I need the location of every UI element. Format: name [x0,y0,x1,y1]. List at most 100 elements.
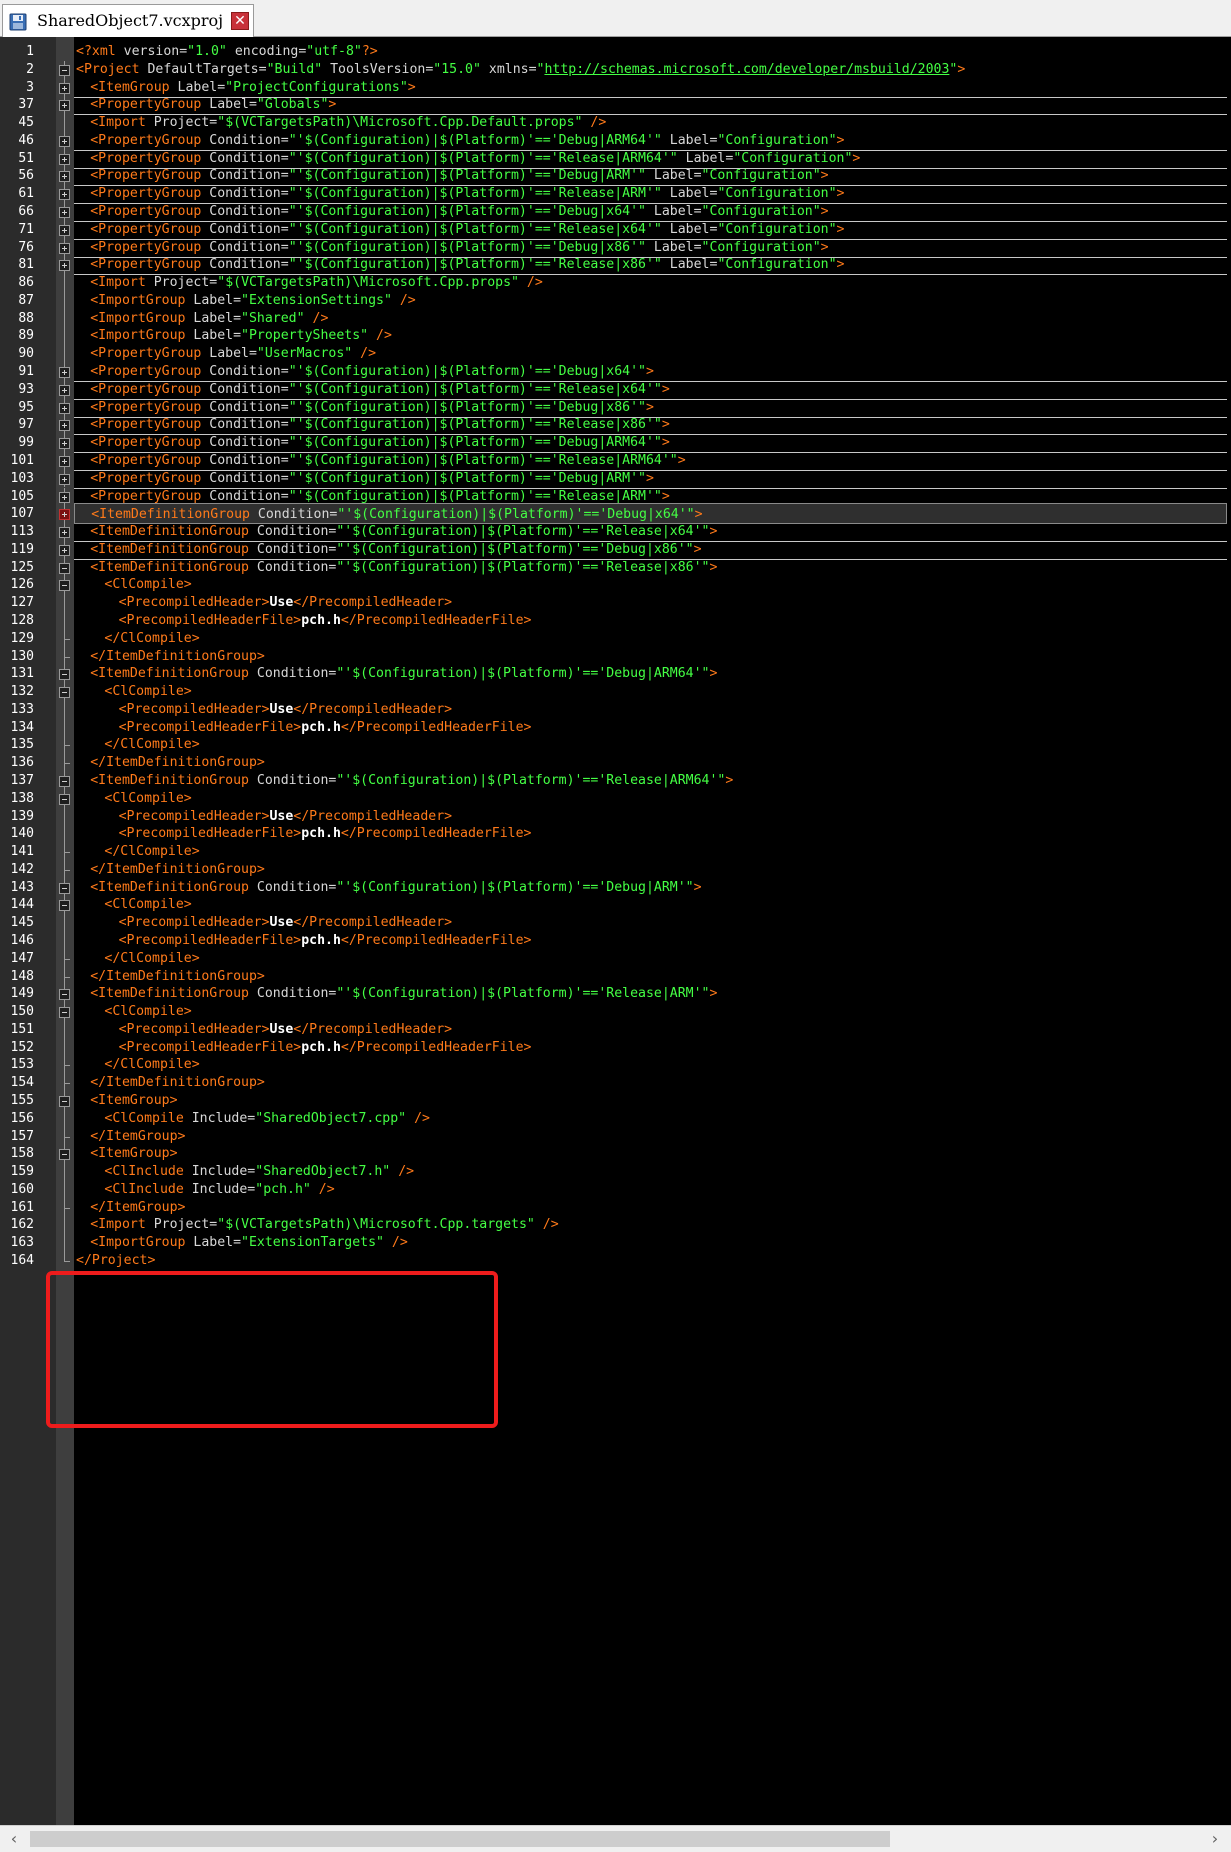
xml-tag: <PrecompiledHeaderFile> [118,719,302,735]
fold-collapse-icon[interactable] [59,64,70,76]
xml-tag: /> [304,310,329,326]
fold-expand-icon[interactable] [59,509,70,521]
fold-expand-icon[interactable] [59,207,70,219]
fold-expand-icon[interactable] [59,384,70,396]
xml-tag: > [693,879,702,895]
scroll-thumb[interactable] [30,1831,890,1847]
xml-value: "'$(Configuration)|$(Platform)'=='Debug|… [288,132,662,148]
fold-collapse-icon[interactable] [59,562,70,574]
tab-file[interactable]: SharedObject7.vcxproj ✕ [2,4,254,37]
xml-attribute: Label= [209,346,257,362]
xml-attribute: Condition= [256,772,337,788]
xml-tag: <PropertyGroup [90,470,210,486]
fold-expand-icon[interactable] [59,491,70,503]
xml-tag: <ImportGroup [90,1235,194,1251]
fold-collapse-icon[interactable] [59,669,70,681]
xml-value: "$(VCTargetsPath)\Microsoft.Cpp.targets" [217,1217,535,1233]
fold-expand-icon[interactable] [59,153,70,165]
xml-attribute: Condition= [257,507,338,523]
scroll-left-arrow-icon[interactable]: ‹ [4,1830,24,1848]
fold-expand-icon[interactable] [59,260,70,272]
fold-collapse-icon[interactable] [59,1007,70,1019]
fold-collapse-icon[interactable] [59,580,70,592]
fold-guide [64,274,65,292]
element-text: Use [269,701,294,717]
xml-tag: <Import [90,275,154,291]
xml-value: "$(VCTargetsPath)\Microsoft.Cpp.props" [217,275,519,291]
xml-tag: <ItemGroup> [90,1093,178,1109]
fold-collapse-icon[interactable] [59,900,70,912]
xml-tag: <Import [90,1217,154,1233]
xml-tag: </ItemGroup> [90,1128,186,1144]
xml-tag: > [661,417,670,433]
xml-tag: <PrecompiledHeader> [118,595,270,611]
xml-tag: <ItemDefinitionGroup [90,541,257,557]
xml-tag: <ImportGroup [90,292,194,308]
fold-collapse-icon[interactable] [59,882,70,894]
xml-tag: </ClCompile> [104,630,200,646]
xml-tag: <PrecompiledHeader> [118,701,270,717]
xml-value: "1.0" [187,44,227,59]
fold-expand-icon[interactable] [59,135,70,147]
fold-end-tick [64,976,70,978]
xml-tag: <ItemDefinitionGroup [90,772,257,788]
fold-expand-icon[interactable] [59,402,70,414]
code-line[interactable]: </Project> [74,1250,1227,1271]
fold-expand-icon[interactable] [59,82,70,94]
xml-attribute: Label= [193,328,242,344]
fold-expand-icon[interactable] [59,527,70,539]
xml-attribute: Label= [209,97,257,113]
fold-collapse-icon[interactable] [59,1096,70,1108]
xml-tag: > [407,79,416,95]
fold-collapse-icon[interactable] [59,989,70,1001]
code-area[interactable]: <?xml version="1.0" encoding="utf-8"?> <P… [74,37,1231,1825]
xml-tag: > [694,507,703,523]
xml-tag: > [328,97,337,113]
horizontal-scrollbar[interactable]: ‹ › [0,1825,1231,1852]
code-editor[interactable]: 1 2 3 37 45 46 51 56 61 66 71 76 81 86 87 88 89 90 91 93 95 9… [0,37,1231,1825]
xml-tag: </PrecompiledHeader> [293,701,453,717]
xml-attribute: Condition= [209,257,289,273]
xml-attribute: Condition= [256,524,337,540]
url-link[interactable]: http://schemas.microsoft.com/developer/m… [544,62,949,77]
xml-tag: </ItemGroup> [90,1199,186,1215]
xml-tag: <PropertyGroup [90,186,210,202]
fold-expand-icon[interactable] [59,367,70,379]
fold-expand-icon[interactable] [59,455,70,467]
close-tab-button[interactable]: ✕ [231,12,249,30]
xml-value: "UserMacros" [256,346,353,362]
fold-expand-icon[interactable] [59,420,70,432]
element-text: Use [269,915,294,931]
fold-collapse-icon[interactable] [59,775,70,787]
fold-expand-icon[interactable] [59,438,70,450]
xml-tag: <PropertyGroup [90,221,210,237]
xml-tag: <ItemDefinitionGroup [91,507,258,523]
fold-collapse-icon[interactable] [59,1149,70,1161]
xml-tag: </PrecompiledHeader> [293,595,453,611]
xml-tag: <PrecompiledHeader> [118,808,270,824]
xml-attribute: Condition= [209,168,289,184]
fold-collapse-icon[interactable] [59,793,70,805]
xml-tag: > [836,186,845,202]
xml-attribute: Label= [193,310,242,326]
xml-tag: > [957,61,966,77]
fold-collapse-icon[interactable] [59,687,70,699]
fold-expand-icon[interactable] [59,242,70,254]
xml-tag: <PropertyGroup [90,257,210,273]
xml-value: "'$(Configuration)|$(Platform)'=='Releas… [288,488,662,504]
xml-attribute: Condition= [209,239,289,255]
xml-attribute: Condition= [209,381,289,397]
fold-expand-icon[interactable] [59,171,70,183]
fold-expand-icon[interactable] [59,544,70,556]
xml-value: "'$(Configuration)|$(Platform)'=='Debug|… [288,399,646,415]
xml-tag: /> [391,292,416,308]
fold-expand-icon[interactable] [59,189,70,201]
xml-value: "Configuration" [717,132,837,148]
xml-tag: </ItemDefinitionGroup> [90,1075,265,1091]
xml-value: "'$(Configuration)|$(Platform)'=='Debug|… [336,541,694,557]
fold-expand-icon[interactable] [59,473,70,485]
scroll-right-arrow-icon[interactable]: › [1205,1830,1225,1848]
fold-expand-icon[interactable] [59,100,70,112]
fold-expand-icon[interactable] [59,224,70,236]
fold-guide [64,700,65,719]
